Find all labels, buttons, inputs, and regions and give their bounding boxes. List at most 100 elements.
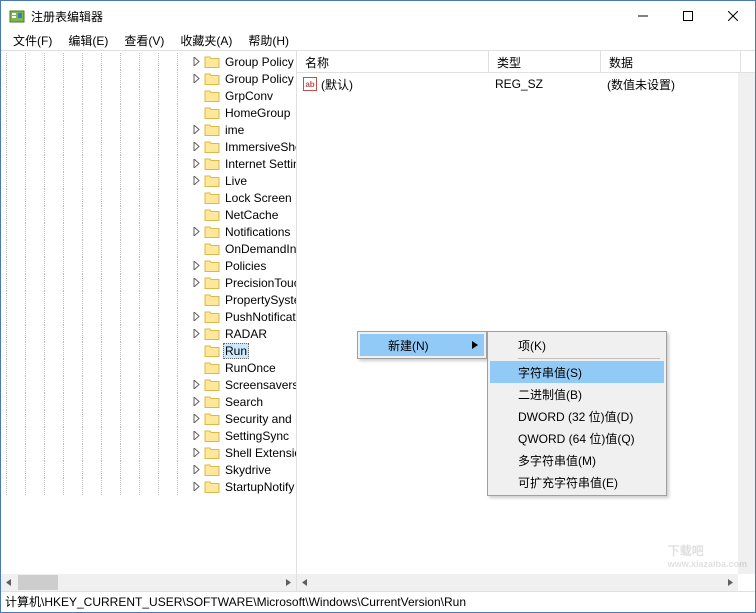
tree-item-label: Skydrive: [223, 463, 273, 477]
tree-item-label: RunOnce: [223, 361, 278, 375]
expander-icon[interactable]: [191, 90, 202, 101]
column-header-1[interactable]: 类型: [489, 51, 601, 72]
submenu-item-6[interactable]: 多字符串值(M): [490, 449, 664, 471]
expander-icon[interactable]: [191, 73, 202, 84]
tree-item-precisiontouchpad[interactable]: PrecisionTouchPad: [1, 274, 296, 291]
expander-icon[interactable]: [191, 192, 202, 203]
folder-icon: [204, 140, 220, 154]
value-type: REG_SZ: [489, 77, 601, 91]
submenu-item-5[interactable]: QWORD (64 位)值(Q): [490, 427, 664, 449]
tree-item-pushnotifications[interactable]: PushNotifications: [1, 308, 296, 325]
tree-item-propertysystem[interactable]: PropertySystem: [1, 291, 296, 308]
menu-0[interactable]: 文件(F): [5, 30, 60, 51]
expander-icon[interactable]: [191, 141, 202, 152]
maximize-button[interactable]: [665, 1, 710, 31]
expander-icon[interactable]: [191, 158, 202, 169]
menu-1[interactable]: 编辑(E): [60, 30, 116, 51]
expander-icon[interactable]: [191, 294, 202, 305]
scrollbar-thumb[interactable]: [18, 575, 58, 590]
tree-item-label: Live: [223, 174, 249, 188]
tree-item-label: Notifications: [223, 225, 292, 239]
submenu-item-7[interactable]: 可扩充字符串值(E): [490, 471, 664, 493]
tree-item-run[interactable]: Run: [1, 342, 296, 359]
horizontal-scrollbar[interactable]: [1, 574, 296, 591]
expander-icon[interactable]: [191, 430, 202, 441]
expander-icon[interactable]: [191, 124, 202, 135]
expander-icon[interactable]: [191, 345, 202, 356]
tree-item-settingsync[interactable]: SettingSync: [1, 427, 296, 444]
menu-item-new[interactable]: 新建(N): [360, 334, 484, 356]
submenu-item-4[interactable]: DWORD (32 位)值(D): [490, 405, 664, 427]
tree-item-search[interactable]: Search: [1, 393, 296, 410]
tree-item-grpconv[interactable]: GrpConv: [1, 87, 296, 104]
tree-item-group-policy-editor[interactable]: Group Policy Editor: [1, 53, 296, 70]
menu-2[interactable]: 查看(V): [116, 30, 172, 51]
tree-item-security-and-mainte[interactable]: Security and Mainte: [1, 410, 296, 427]
tree-item-notifications[interactable]: Notifications: [1, 223, 296, 240]
tree-item-netcache[interactable]: NetCache: [1, 206, 296, 223]
expander-icon[interactable]: [191, 260, 202, 271]
tree-item-ime[interactable]: ime: [1, 121, 296, 138]
tree-item-label: Policies: [223, 259, 268, 273]
tree-item-screensavers[interactable]: Screensavers: [1, 376, 296, 393]
tree-item-ondemandinterface[interactable]: OnDemandInterface: [1, 240, 296, 257]
expander-icon[interactable]: [191, 413, 202, 424]
expander-icon[interactable]: [191, 209, 202, 220]
scroll-left-button[interactable]: [1, 574, 18, 591]
list-row[interactable]: ab(默认)REG_SZ(数值未设置): [297, 75, 755, 93]
menu-item-label: 新建(N): [388, 337, 429, 354]
folder-icon: [204, 191, 220, 205]
vertical-scrollbar[interactable]: [738, 73, 755, 574]
tree-item-lock-screen[interactable]: Lock Screen: [1, 189, 296, 206]
tree-item-internet-settings[interactable]: Internet Settings: [1, 155, 296, 172]
horizontal-scrollbar-list[interactable]: [297, 574, 738, 591]
tree-item-skydrive[interactable]: Skydrive: [1, 461, 296, 478]
menu-4[interactable]: 帮助(H): [240, 30, 297, 51]
menu-3[interactable]: 收藏夹(A): [172, 30, 240, 51]
tree-item-group-policy-object[interactable]: Group Policy Object: [1, 70, 296, 87]
expander-icon[interactable]: [191, 277, 202, 288]
submenu-item-0[interactable]: 项(K): [490, 334, 664, 356]
expander-icon[interactable]: [191, 379, 202, 390]
expander-icon[interactable]: [191, 226, 202, 237]
expander-icon[interactable]: [191, 56, 202, 67]
expander-icon[interactable]: [191, 311, 202, 322]
minimize-button[interactable]: [620, 1, 665, 31]
tree-item-label: PrecisionTouchPad: [223, 276, 296, 290]
expander-icon[interactable]: [191, 243, 202, 254]
tree-item-homegroup[interactable]: HomeGroup: [1, 104, 296, 121]
folder-icon: [204, 327, 220, 341]
context-menu[interactable]: 新建(N): [357, 331, 487, 359]
expander-icon[interactable]: [191, 107, 202, 118]
folder-icon: [204, 174, 220, 188]
folder-icon: [204, 72, 220, 86]
tree-item-runonce[interactable]: RunOnce: [1, 359, 296, 376]
context-submenu[interactable]: 项(K) 字符串值(S)二进制值(B)DWORD (32 位)值(D)QWORD …: [487, 331, 667, 496]
tree-item-policies[interactable]: Policies: [1, 257, 296, 274]
folder-icon: [204, 310, 220, 324]
expander-icon[interactable]: [191, 464, 202, 475]
expander-icon[interactable]: [191, 396, 202, 407]
submenu-item-3[interactable]: 二进制值(B): [490, 383, 664, 405]
tree-item-radar[interactable]: RADAR: [1, 325, 296, 342]
tree-item-shell-extensions[interactable]: Shell Extensions: [1, 444, 296, 461]
expander-icon[interactable]: [191, 481, 202, 492]
tree-item-startupnotify[interactable]: StartupNotify: [1, 478, 296, 495]
column-header-2[interactable]: 数据: [601, 51, 741, 72]
expander-icon[interactable]: [191, 447, 202, 458]
close-button[interactable]: [710, 1, 755, 31]
expander-icon[interactable]: [191, 328, 202, 339]
tree-item-live[interactable]: Live: [1, 172, 296, 189]
submenu-item-2[interactable]: 字符串值(S): [490, 361, 664, 383]
folder-icon: [204, 395, 220, 409]
expander-icon[interactable]: [191, 175, 202, 186]
column-header-0[interactable]: 名称: [297, 51, 489, 72]
expander-icon[interactable]: [191, 362, 202, 373]
scroll-right-button[interactable]: [721, 574, 738, 591]
folder-icon: [204, 242, 220, 256]
scroll-right-button[interactable]: [279, 574, 296, 591]
scroll-left-button[interactable]: [297, 574, 314, 591]
folder-icon: [204, 463, 220, 477]
tree-item-label: RADAR: [223, 327, 269, 341]
tree-item-immersiveshell[interactable]: ImmersiveShell: [1, 138, 296, 155]
